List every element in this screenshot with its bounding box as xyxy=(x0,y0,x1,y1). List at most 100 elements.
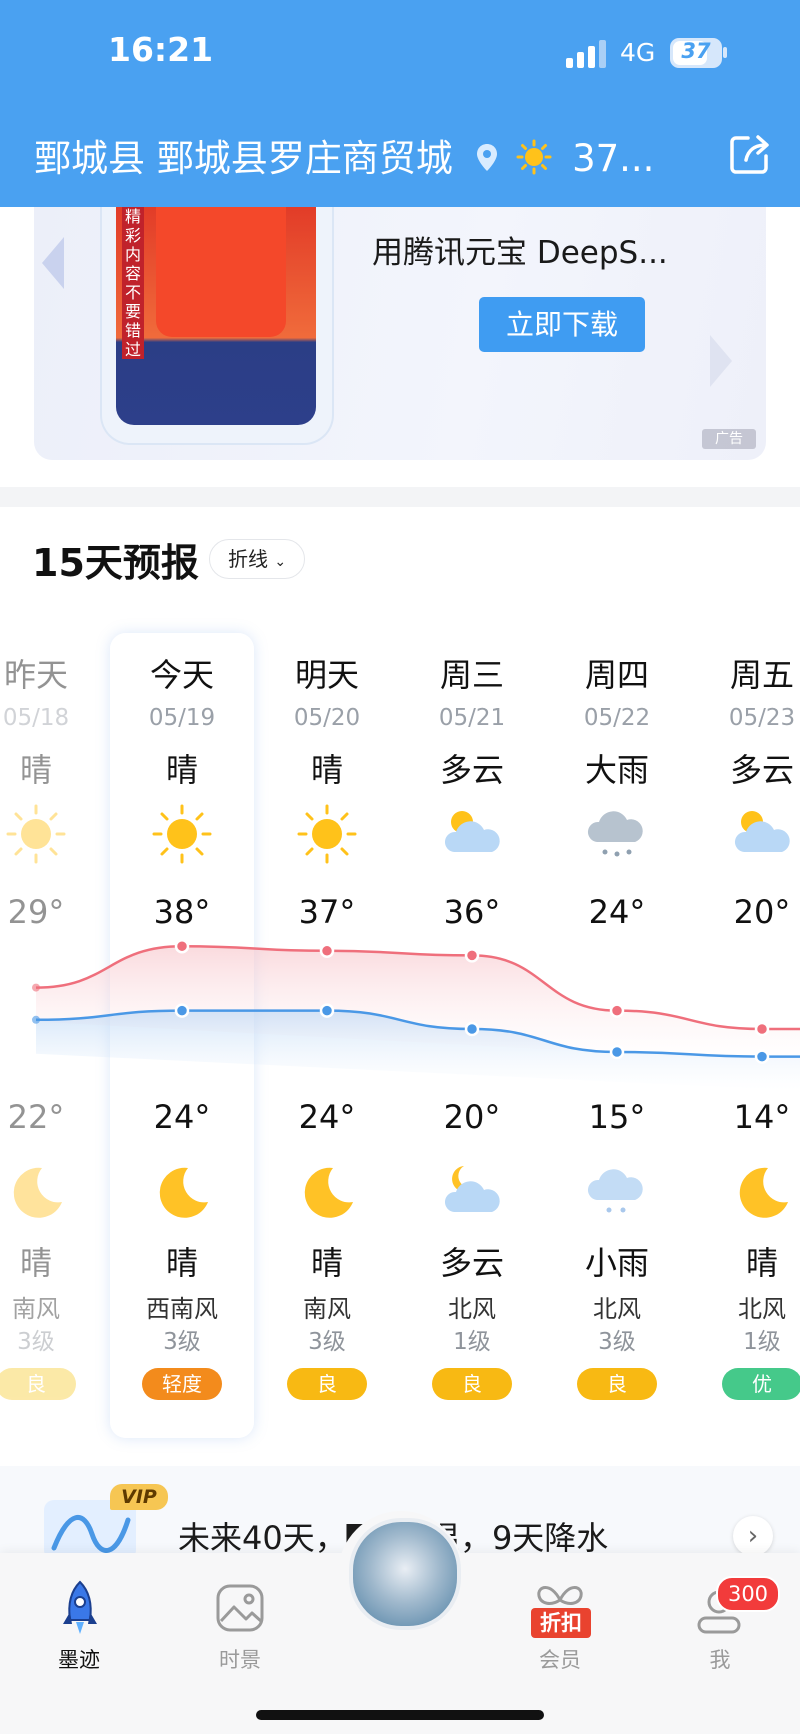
ad-tag: 广告 xyxy=(702,429,756,449)
wind-level: 3级 xyxy=(308,1329,346,1355)
temp-point xyxy=(464,1021,480,1037)
low-temp: 24° xyxy=(153,1098,211,1136)
battery-icon: 37 xyxy=(670,38,722,68)
wind-level: 1级 xyxy=(743,1329,781,1355)
heavy-rain-icon xyxy=(585,802,649,866)
chevron-right-icon[interactable]: › xyxy=(733,1516,773,1556)
chart-mode-dropdown[interactable]: 折线 ⌄ xyxy=(209,539,305,579)
low-temp: 20° xyxy=(443,1098,501,1136)
weather-scene-button[interactable] xyxy=(349,1518,461,1630)
day-date: 05/22 xyxy=(583,705,651,731)
temp-point xyxy=(319,1003,335,1018)
day-name: 周四 xyxy=(584,656,649,694)
photo-icon xyxy=(216,1584,264,1632)
day-date: 05/19 xyxy=(148,705,216,731)
day-condition: 晴 xyxy=(310,751,343,789)
rocket-icon xyxy=(63,1580,97,1634)
tab-member-label: 会员 xyxy=(539,1648,581,1672)
forecast-title: 15天预报 xyxy=(32,541,199,585)
notification-badge: 300 xyxy=(716,1576,780,1612)
temp-point xyxy=(754,1021,770,1037)
wind-direction: 北风 xyxy=(448,1295,496,1323)
wind-level: 3级 xyxy=(17,1329,55,1355)
section-divider xyxy=(0,487,800,507)
day-condition: 多云 xyxy=(729,751,794,789)
tab-scene-label: 时景 xyxy=(219,1648,261,1672)
day-condition: 多云 xyxy=(439,751,504,789)
header-temperature: 37... xyxy=(572,137,655,180)
wind-direction: 北风 xyxy=(593,1295,641,1323)
aqi-badge: 优 xyxy=(722,1368,800,1400)
day-condition: 大雨 xyxy=(584,751,649,789)
wind-level: 3级 xyxy=(163,1329,201,1355)
aqi-badge: 轻度 xyxy=(142,1368,222,1400)
tab-me-label: 我 xyxy=(709,1648,731,1672)
night-condition: 多云 xyxy=(439,1244,504,1282)
ad-banner[interactable]: 精彩内容不要错过 用腾讯元宝 DeepS... 立即下载 广告 xyxy=(34,207,766,460)
low-temp: 15° xyxy=(588,1098,646,1136)
wind-direction: 西南风 xyxy=(146,1295,218,1323)
partly-cloudy-icon xyxy=(730,802,794,866)
chart-mode-label: 折线 xyxy=(227,547,268,571)
location-bar[interactable]: 鄄城县 鄄城县罗庄商贸城 37... xyxy=(34,128,654,182)
ad-title: 用腾讯元宝 DeepS... xyxy=(372,235,668,271)
night-condition: 晴 xyxy=(310,1244,343,1282)
day-condition: 晴 xyxy=(165,751,198,789)
aqi-badge: 良 xyxy=(0,1368,76,1400)
aqi-badge: 良 xyxy=(577,1368,657,1400)
moon-icon xyxy=(730,1160,794,1224)
signal-icon xyxy=(566,40,606,68)
light-rain-icon xyxy=(585,1160,649,1224)
temp-point xyxy=(609,1044,625,1060)
chevron-down-icon: ⌄ xyxy=(274,554,287,570)
night-condition: 晴 xyxy=(745,1244,778,1282)
day-date: 05/21 xyxy=(438,705,506,731)
sun-icon xyxy=(4,802,68,866)
day-date: 05/18 xyxy=(2,705,70,731)
location-pin-icon xyxy=(476,144,497,171)
temp-point xyxy=(754,1049,770,1064)
tab-moji-label: 墨迹 xyxy=(58,1648,100,1672)
share-icon[interactable] xyxy=(728,132,772,176)
temp-point xyxy=(319,943,335,959)
moon-icon xyxy=(295,1160,359,1224)
day-name: 今天 xyxy=(149,656,214,694)
location-name[interactable]: 鄄城县 鄄城县罗庄商贸城 xyxy=(34,137,453,180)
temp-point xyxy=(174,938,190,954)
aqi-badge: 良 xyxy=(287,1368,367,1400)
battery-tip xyxy=(723,47,727,58)
partly-cloudy-icon xyxy=(440,802,504,866)
moon-icon xyxy=(4,1160,68,1224)
day-date: 05/23 xyxy=(728,705,796,731)
temp-point xyxy=(32,1015,40,1024)
sun-icon xyxy=(516,139,552,175)
wind-direction: 南风 xyxy=(303,1295,351,1323)
temperature-chart xyxy=(32,938,800,1091)
night-condition: 小雨 xyxy=(584,1244,649,1282)
ad-decor-left xyxy=(42,237,64,289)
ad-download-button[interactable]: 立即下载 xyxy=(479,297,645,352)
network-type: 4G xyxy=(620,38,656,67)
vip-badge: VIP xyxy=(110,1484,168,1510)
day-name: 周三 xyxy=(439,656,504,694)
day-name: 周五 xyxy=(729,656,794,694)
ad-decor-right xyxy=(710,335,732,387)
night-condition: 晴 xyxy=(19,1244,52,1282)
ad-phone-screen: 精彩内容不要错过 xyxy=(116,207,316,425)
wind-direction: 北风 xyxy=(738,1295,786,1323)
ad-strip-text: 精彩内容不要错过 xyxy=(122,207,144,359)
sun-icon xyxy=(295,802,359,866)
temp-point xyxy=(174,1003,190,1018)
status-time: 16:21 xyxy=(108,30,214,69)
temp-point xyxy=(32,983,40,992)
low-temp: 14° xyxy=(733,1098,791,1136)
wind-direction: 南风 xyxy=(12,1295,60,1323)
temp-point xyxy=(609,1003,625,1018)
battery-text: 37 xyxy=(681,39,711,63)
day-condition: 晴 xyxy=(19,751,52,789)
wind-level: 3级 xyxy=(598,1329,636,1355)
home-indicator xyxy=(256,1710,544,1720)
ad-graphic xyxy=(156,207,286,337)
wind-level: 1级 xyxy=(453,1329,491,1355)
night-condition: 晴 xyxy=(165,1244,198,1282)
